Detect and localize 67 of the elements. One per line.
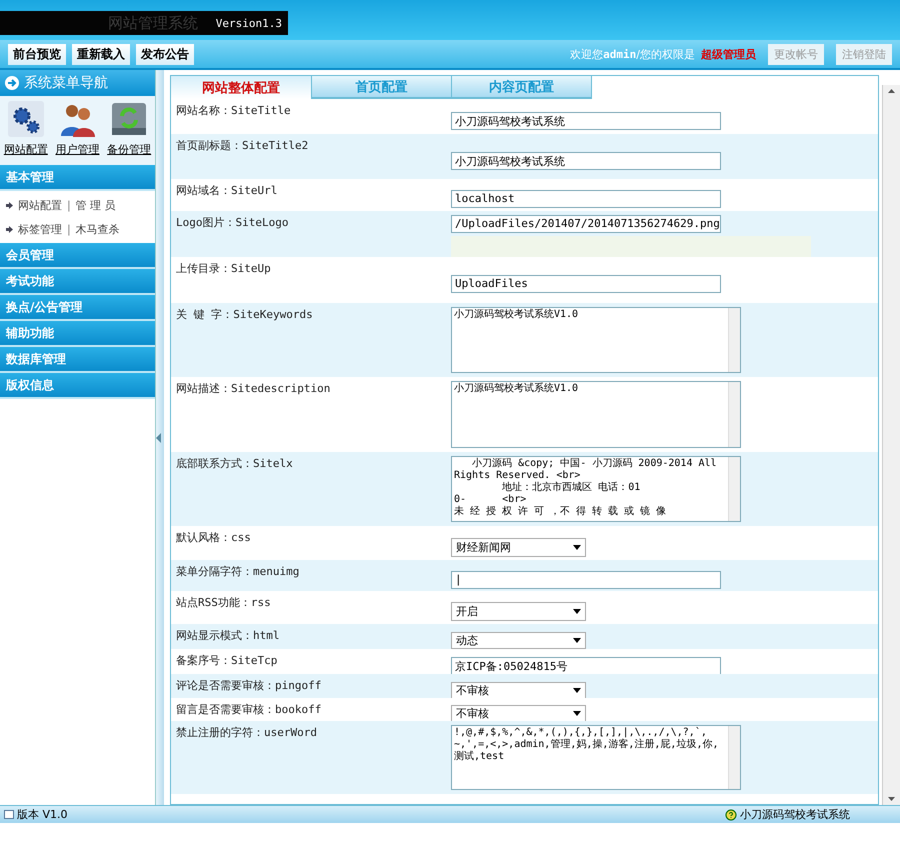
field-label: Logo图片：SiteLogo xyxy=(175,215,290,231)
bullet-icon xyxy=(6,226,13,232)
version-status: 版本 V1.0 xyxy=(4,807,68,822)
scroll-down-icon[interactable] xyxy=(888,797,895,801)
caret-icon xyxy=(573,609,581,614)
scroll-up-icon[interactable] xyxy=(888,89,895,93)
textarea-input[interactable]: 小刀源码驾校考试系统V1.0 xyxy=(451,381,741,448)
text-input[interactable]: 京ICP备:05024815号 xyxy=(451,656,721,674)
select-dropdown[interactable]: 动态 xyxy=(451,632,586,649)
sidebar-header: 系统菜单导航 xyxy=(0,70,155,96)
caret-icon xyxy=(573,638,581,643)
caret-icon xyxy=(573,688,581,692)
toolbar-button[interactable]: 重新载入 xyxy=(72,44,130,64)
version-label: Version1.3 xyxy=(216,16,282,30)
shortcut-link[interactable]: 用户管理 xyxy=(55,100,100,157)
select-dropdown[interactable]: 开启 xyxy=(451,602,586,621)
menu-link[interactable]: 标签管理 xyxy=(18,222,62,236)
textarea-input[interactable]: 小刀源码驾校考试系统V1.0 xyxy=(451,307,741,373)
caret-icon xyxy=(573,711,581,716)
window-icon xyxy=(4,810,14,819)
text-input[interactable]: | xyxy=(451,570,721,588)
field-label: 网站域名：SiteUrl xyxy=(175,183,278,199)
field-label: 首页副标题：SiteTitle2 xyxy=(175,138,310,154)
field-label: 禁止注册的字符：userWord xyxy=(175,725,318,741)
app-name-status: 小刀源码驾校考试系统 xyxy=(725,807,850,822)
text-input[interactable]: localhost xyxy=(451,190,721,208)
separator-text: | xyxy=(67,198,71,212)
field-label: 上传目录：SiteUp xyxy=(175,261,272,277)
tab[interactable]: 网站整体配置 xyxy=(171,76,312,99)
toolbar-button[interactable]: 前台预览 xyxy=(8,44,66,64)
field-label: 网站名称：SiteTitle xyxy=(175,103,292,119)
field-label: 网站描述：Sitedescription xyxy=(175,381,332,397)
text-input[interactable]: 小刀源码驾校考试系统 xyxy=(451,112,721,130)
shortcut-link[interactable]: 网站配置 xyxy=(4,100,48,157)
menu-link[interactable]: 管 理 员 xyxy=(76,198,116,212)
role-label: 超级管理员 xyxy=(701,46,756,62)
field-label: 菜单分隔字符：menuimg xyxy=(175,564,300,580)
gear-icon[interactable] xyxy=(6,100,45,138)
scrollbar[interactable] xyxy=(882,85,900,805)
shortcut-link[interactable]: 备份管理 xyxy=(107,100,152,157)
field-label: 评论是否需要审核：pingoff xyxy=(175,678,322,694)
select-dropdown[interactable]: 不审核 xyxy=(451,682,586,698)
caret-icon xyxy=(573,544,581,550)
text-input[interactable]: UploadFiles xyxy=(451,275,721,293)
field-label: 站点RSS功能：rss xyxy=(175,595,272,611)
textarea-input[interactable]: 小刀源码 &copy; 中国- 小刀源码 2009-2014 All Rights Reserved. <br> 地址：北京市西城区 电话：01 0- <br> 未 经 授 权 许 可 ，不 得 转 载 或 镜 像 xyxy=(451,456,741,522)
toolbar-button[interactable]: 发布公告 xyxy=(136,44,194,64)
textarea-input[interactable]: !,@,#,$,%,^,&,*,(,),{,},[,],|,\,.,/,\,?,`,~,',=,<,>,admin,管理,妈,操,游客,注册,屁,垃圾,你,测试,test xyxy=(451,725,741,790)
text-input[interactable]: 小刀源码驾校考试系统 xyxy=(451,152,721,170)
backup-icon[interactable] xyxy=(110,100,148,138)
field-label: 留言是否需要审核：bookoff xyxy=(175,702,322,718)
select-dropdown[interactable]: 不审核 xyxy=(451,705,586,722)
welcome-text: 欢迎您admin/您的权限是 xyxy=(570,46,695,62)
help-icon xyxy=(725,808,737,820)
splitter-handle[interactable] xyxy=(155,70,164,805)
menu-link[interactable]: 网站配置 xyxy=(18,198,62,212)
arrow-right-icon xyxy=(4,75,20,91)
text-input[interactable]: /UploadFiles/201407/2014071356274629.png xyxy=(451,215,721,233)
field-label: 备案序号：SiteTcp xyxy=(175,653,278,669)
separator-text: | xyxy=(67,222,71,236)
field-label: 关 键 字：SiteKeywords xyxy=(175,307,314,323)
menu-link[interactable]: 木马查杀 xyxy=(76,222,120,236)
field-label: 底部联系方式：Sitelx xyxy=(175,456,294,472)
field-label: 网站显示模式：html xyxy=(175,628,280,644)
field-label: 默认风格：css xyxy=(175,530,252,546)
select-dropdown[interactable]: 财经新闻网 xyxy=(451,538,586,556)
bullet-icon xyxy=(6,202,13,208)
